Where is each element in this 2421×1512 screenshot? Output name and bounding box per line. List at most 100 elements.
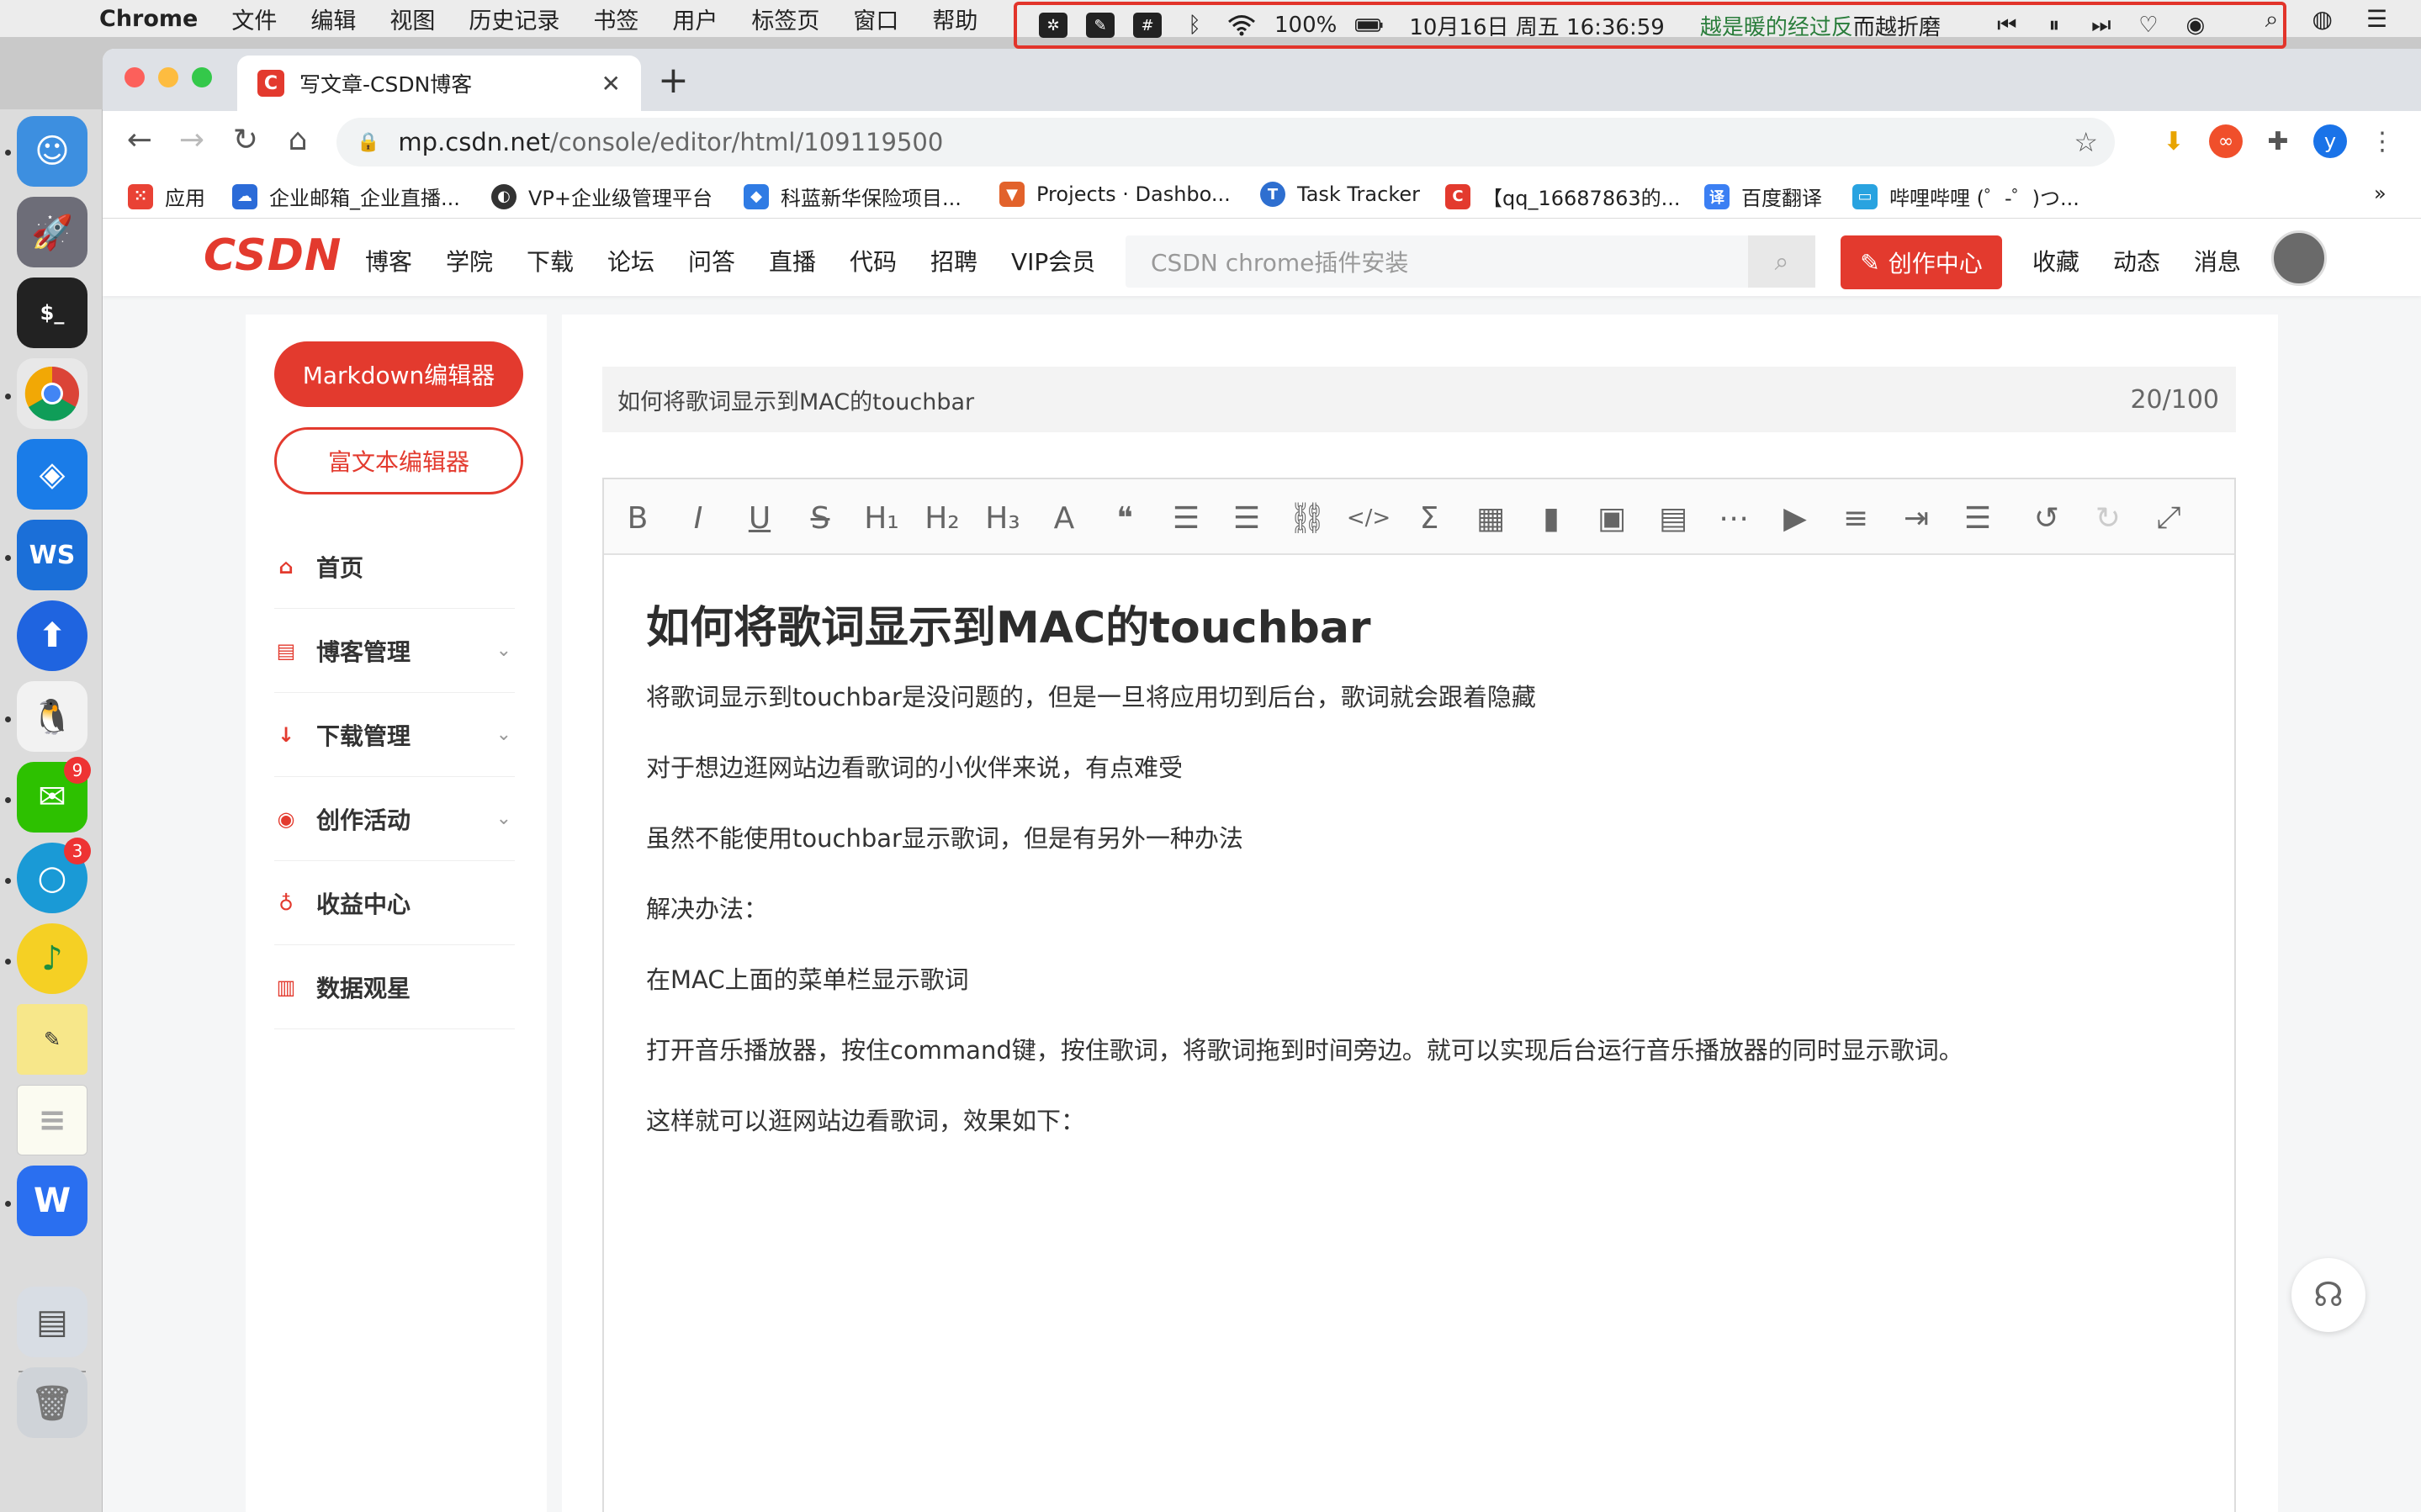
home-icon[interactable]: ⌂ — [279, 123, 316, 157]
menu-help[interactable]: 帮助 — [932, 3, 977, 35]
menu-view[interactable]: 视图 — [389, 3, 435, 35]
richtext-editor-button[interactable]: 富文本编辑器 — [274, 427, 523, 494]
bluetooth-icon[interactable]: ᛒ — [1180, 13, 1209, 38]
close-window-button[interactable] — [124, 67, 145, 87]
menu-tab[interactable]: 标签页 — [751, 3, 819, 35]
wechat-icon[interactable]: ✉ 9 — [17, 757, 91, 833]
qqmusic-icon[interactable]: ♪ — [17, 923, 87, 994]
nav-download[interactable]: 下载 — [527, 244, 574, 278]
underline-icon[interactable]: U — [739, 498, 780, 538]
siri-icon[interactable]: ◍ — [2312, 5, 2332, 34]
notes-icon[interactable]: ≡ — [17, 1085, 87, 1155]
fullscreen-icon[interactable]: ⤢ — [2148, 498, 2189, 538]
profile-avatar[interactable]: y — [2313, 124, 2347, 158]
video-icon[interactable]: ▶ — [1775, 498, 1815, 538]
battery-icon[interactable] — [1355, 13, 1384, 38]
music-app-icon[interactable]: ◉ — [2181, 13, 2210, 38]
page-break-icon[interactable]: ≡ — [1836, 498, 1876, 538]
nav-academy[interactable]: 学院 — [446, 244, 493, 278]
font-color-icon[interactable]: A — [1044, 498, 1084, 538]
bold-icon[interactable]: B — [617, 498, 658, 538]
italic-icon[interactable]: I — [678, 498, 718, 538]
sidebar-item-data-insight[interactable]: ▥ 数据观星 — [274, 945, 515, 1029]
bookmark-apps[interactable]: ⁙ 应用 — [128, 182, 205, 211]
sidebar-item-creation-activity[interactable]: ◉ 创作活动 ⌄ — [274, 777, 515, 861]
formula-icon[interactable]: Σ — [1409, 498, 1449, 538]
menubar-lyric[interactable]: 越是暖的经过反而越折磨 — [1700, 10, 1941, 41]
article-title-input[interactable]: 如何将歌词显示到MAC的touchbar 20/100 — [602, 367, 2236, 432]
chrome-icon[interactable] — [17, 358, 87, 429]
webstorm-icon[interactable]: WS — [17, 520, 87, 590]
spotlight-icon[interactable]: ⌕ — [2265, 5, 2279, 34]
nav-live[interactable]: 直播 — [769, 244, 816, 278]
extensions-puzzle-icon[interactable]: ✚ — [2261, 124, 2295, 158]
bookmark-csdn-qq[interactable]: C 【qq_16687863的... — [1445, 182, 1681, 211]
heading1-icon[interactable]: H₁ — [861, 498, 902, 538]
sidebar-item-income-center[interactable]: ♁ 收益中心 — [274, 861, 515, 945]
pen-app-icon[interactable]: ✎ — [1086, 13, 1115, 38]
menu-edit[interactable]: 编辑 — [310, 3, 356, 35]
search-icon[interactable]: ⌕ — [1748, 235, 1815, 288]
lock-icon[interactable]: 🔒 — [357, 132, 379, 153]
indent-icon[interactable]: ⇥ — [1896, 498, 1936, 538]
infinity-ext-icon[interactable]: ∞ — [2209, 124, 2243, 158]
bookmarks-overflow-button[interactable]: » — [2374, 182, 2387, 205]
sidebar-item-download-management[interactable]: ↓ 下载管理 ⌄ — [274, 693, 515, 777]
wifi-icon[interactable] — [1227, 13, 1256, 38]
strikethrough-icon[interactable]: S — [800, 498, 840, 538]
app-menu-chrome[interactable]: Chrome — [99, 6, 198, 32]
previous-track-icon[interactable]: ⏮ — [1993, 13, 2021, 38]
finder-icon[interactable]: ☺ — [17, 116, 87, 187]
template-icon[interactable]: ▤ — [1653, 498, 1693, 538]
nav-messages[interactable]: 消息 — [2194, 244, 2241, 278]
bookmark-bilibili[interactable]: ▭ 哔哩哔哩 (゜-゜)つ... — [1852, 182, 2079, 211]
wps-icon[interactable]: W — [17, 1166, 87, 1236]
undo-icon[interactable]: ↺ — [2026, 498, 2067, 538]
line-height-icon[interactable]: ☰ — [1957, 498, 1998, 538]
bookmark-star-icon[interactable]: ☆ — [2074, 126, 2098, 158]
bookmark-enterprise-mail[interactable]: ☁ 企业邮箱_企业直播... — [232, 182, 460, 211]
unordered-list-icon[interactable]: ☰ — [1226, 498, 1267, 538]
address-bar[interactable]: 🔒 mp.csdn.net/console/editor/html/109119… — [336, 118, 2115, 167]
customer-support-headset-icon[interactable]: ☊ — [2291, 1258, 2365, 1332]
minimize-window-button[interactable] — [158, 67, 178, 87]
sidebar-item-home[interactable]: ⌂ 首页 — [274, 525, 515, 609]
new-tab-button[interactable]: + — [658, 59, 689, 102]
nav-favorites[interactable]: 收藏 — [2032, 244, 2079, 278]
ordered-list-icon[interactable]: ☰ — [1166, 498, 1206, 538]
menu-history[interactable]: 历史记录 — [469, 3, 559, 35]
redo-icon[interactable]: ↻ — [2088, 498, 2128, 538]
sidebar-item-blog-management[interactable]: ▤ 博客管理 ⌄ — [274, 609, 515, 693]
markdown-editor-button[interactable]: Markdown编辑器 — [274, 341, 523, 407]
close-tab-icon[interactable]: ✕ — [601, 70, 621, 98]
bookmark-gitlab-projects[interactable]: ▼ Projects · Dashbo... — [999, 182, 1231, 207]
menu-people[interactable]: 用户 — [672, 3, 718, 35]
stickies-icon[interactable]: ✎ — [17, 1004, 87, 1075]
download-ext-icon[interactable]: ⬇ — [2157, 124, 2191, 158]
snowflake-icon[interactable]: ✲ — [1039, 13, 1067, 38]
nav-jobs[interactable]: 招聘 — [930, 244, 977, 278]
launchpad-icon[interactable]: 🚀 — [17, 197, 87, 267]
nav-forum[interactable]: 论坛 — [607, 244, 654, 278]
csdn-search-input[interactable]: CSDN chrome插件安装 ⌕ — [1126, 235, 1815, 288]
back-icon[interactable]: ← — [121, 123, 158, 157]
heart-icon[interactable]: ♡ — [2134, 13, 2163, 38]
nav-qa[interactable]: 问答 — [688, 244, 735, 278]
sourcetree-icon[interactable]: ⬆ — [17, 600, 87, 671]
bookmark-insurance-project[interactable]: ◆ 科蓝新华保险项目... — [744, 182, 962, 211]
next-track-icon[interactable]: ⏭ — [2087, 13, 2116, 38]
bookmark-task-tracker[interactable]: T Task Tracker — [1260, 182, 1420, 207]
notification-center-icon[interactable]: ☰ — [2366, 5, 2387, 34]
heading3-icon[interactable]: H₃ — [983, 498, 1023, 538]
bookmark-vp-platform[interactable]: ◐ VP+企业级管理平台 — [491, 182, 713, 211]
code-icon[interactable]: </> — [1347, 498, 1391, 538]
document-icon[interactable]: ▤ — [17, 1287, 87, 1357]
bookmark-baidu-translate[interactable]: 译百度翻译 — [1704, 182, 1822, 211]
heading2-icon[interactable]: H₂ — [922, 498, 962, 538]
nav-vip[interactable]: VIP会员 — [1011, 244, 1095, 278]
pause-icon[interactable]: ⏸ — [2040, 13, 2069, 38]
menubar-clock[interactable]: 10月16日 周五 16:36:59 — [1409, 10, 1664, 41]
table-icon[interactable]: ▦ — [1470, 498, 1511, 538]
menu-window[interactable]: 窗口 — [853, 3, 898, 35]
terminal-icon[interactable]: $_ — [17, 278, 87, 348]
